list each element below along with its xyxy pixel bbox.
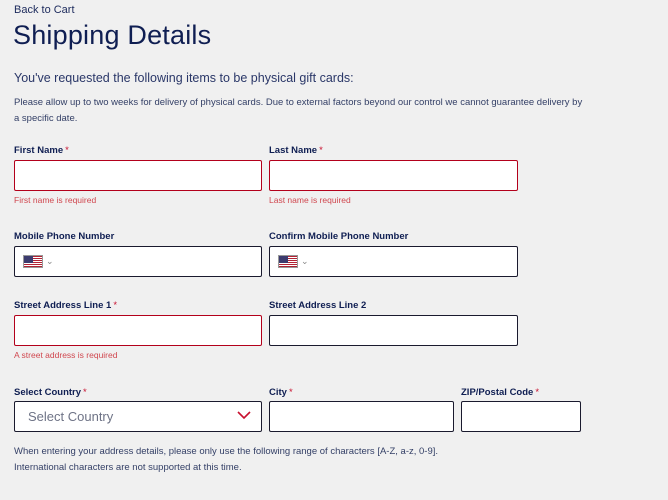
street-address-1-error: A street address is required	[14, 350, 118, 360]
required-marker: *	[83, 387, 87, 398]
us-flag-icon[interactable]	[23, 255, 43, 268]
confirm-mobile-phone-label: Confirm Mobile Phone Number	[269, 231, 409, 242]
first-name-label: First Name *	[14, 145, 69, 156]
delivery-note: Please allow up to two weeks for deliver…	[14, 97, 583, 124]
last-name-label: Last Name *	[269, 145, 323, 156]
chevron-down-icon[interactable]	[237, 410, 251, 420]
street-address-1-label: Street Address Line 1 *	[14, 300, 118, 311]
zip-label: ZIP/Postal Code *	[461, 387, 540, 398]
city-label: City *	[269, 387, 293, 398]
mobile-phone-label: Mobile Phone Number	[14, 231, 115, 242]
intro-text: You've requested the following items to …	[14, 71, 354, 85]
mobile-phone-field[interactable]: ⌄	[14, 246, 262, 277]
last-name-field[interactable]	[269, 160, 518, 191]
character-range-note: When entering your address details, plea…	[14, 446, 439, 457]
required-marker: *	[319, 145, 323, 156]
country-select-value: Select Country	[28, 409, 114, 424]
last-name-error: Last name is required	[269, 195, 351, 205]
required-marker: *	[113, 300, 118, 311]
page-title: Shipping Details	[13, 20, 212, 50]
first-name-field[interactable]	[14, 160, 262, 191]
confirm-mobile-phone-field[interactable]: ⌄	[269, 246, 518, 277]
country-label: Select Country *	[14, 387, 87, 398]
required-marker: *	[65, 145, 69, 156]
chevron-down-icon[interactable]: ⌄	[301, 256, 309, 267]
country-select[interactable]: Select Country	[14, 401, 262, 432]
city-field[interactable]	[269, 401, 454, 432]
required-marker: *	[535, 387, 540, 398]
back-to-cart-link[interactable]: Back to Cart	[14, 4, 75, 16]
first-name-error: First name is required	[14, 195, 97, 205]
street-address-1-field[interactable]	[14, 315, 262, 346]
street-address-2-field[interactable]	[269, 315, 518, 346]
required-marker: *	[288, 387, 293, 398]
chevron-down-icon[interactable]: ⌄	[46, 256, 54, 267]
street-address-2-label: Street Address Line 2	[269, 300, 367, 311]
us-flag-icon[interactable]	[278, 255, 298, 268]
zip-field[interactable]	[461, 401, 581, 432]
international-characters-note: International characters are not support…	[14, 462, 242, 473]
